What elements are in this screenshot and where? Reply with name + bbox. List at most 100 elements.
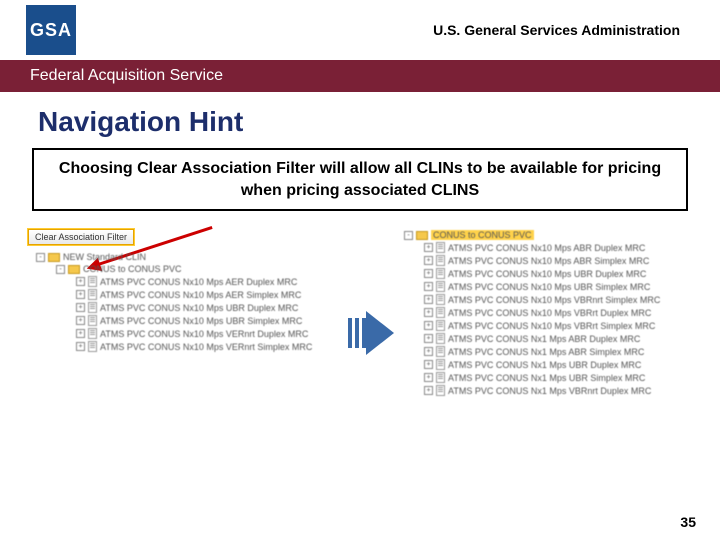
document-icon (436, 307, 445, 318)
service-bar: Federal Acquisition Service (0, 60, 720, 92)
document-icon (436, 372, 445, 383)
document-icon (436, 346, 445, 357)
item-label: ATMS PVC CONUS Nx10 Mps ABR Duplex MRC (448, 243, 645, 253)
collapse-icon[interactable]: - (404, 231, 413, 240)
item-label: ATMS PVC CONUS Nx10 Mps AER Duplex MRC (100, 277, 297, 287)
item-label: ATMS PVC CONUS Nx1 Mps UBR Simplex MRC (448, 373, 645, 383)
document-icon (436, 385, 445, 396)
item-label: ATMS PVC CONUS Nx10 Mps VERnrt Simplex M… (100, 342, 312, 352)
tree-folder-root[interactable]: - NEW Standard CLIN (36, 251, 338, 263)
tree-item[interactable]: + ATMS PVC CONUS Nx10 Mps VERnrt Simplex … (76, 340, 338, 353)
org-title: U.S. General Services Administration (433, 22, 700, 38)
tree-item[interactable]: + ATMS PVC CONUS Nx10 Mps AER Simplex MRC (76, 288, 338, 301)
document-icon (436, 333, 445, 344)
tree-item[interactable]: + ATMS PVC CONUS Nx10 Mps UBR Duplex MRC (76, 301, 338, 314)
document-icon (88, 328, 97, 339)
expand-icon[interactable]: + (76, 329, 85, 338)
document-icon (436, 242, 445, 253)
document-icon (436, 359, 445, 370)
expand-icon[interactable]: + (424, 308, 433, 317)
item-label: ATMS PVC CONUS Nx1 Mps UBR Duplex MRC (448, 360, 641, 370)
folder-label: NEW Standard CLIN (63, 252, 146, 262)
item-label: ATMS PVC CONUS Nx10 Mps VBRrt Simplex MR… (448, 321, 655, 331)
service-bar-text: Federal Acquisition Service (30, 67, 223, 85)
collapse-icon[interactable]: - (36, 253, 45, 262)
expand-icon[interactable]: + (424, 360, 433, 369)
document-icon (436, 281, 445, 292)
expand-icon[interactable]: + (424, 347, 433, 356)
expand-icon[interactable]: + (424, 334, 433, 343)
left-tree: - NEW Standard CLIN - CONUS to CONUS PVC… (28, 251, 338, 353)
collapse-icon[interactable]: - (56, 265, 65, 274)
gsa-logo: GSA (26, 5, 76, 55)
right-tree: - CONUS to CONUS PVC + ATMS PVC CONUS Nx1… (404, 229, 700, 397)
tree-item[interactable]: + ATMS PVC CONUS Nx10 Mps VBRrt Simplex M… (424, 319, 700, 332)
right-tree-pane: - CONUS to CONUS PVC + ATMS PVC CONUS Nx1… (404, 229, 700, 397)
header: GSA U.S. General Services Administration (0, 0, 720, 60)
arrow-head-icon (366, 311, 394, 355)
expand-icon[interactable]: + (424, 243, 433, 252)
tree-item[interactable]: + ATMS PVC CONUS Nx10 Mps UBR Simplex MRC (76, 314, 338, 327)
expand-icon[interactable]: + (424, 269, 433, 278)
tree-folder[interactable]: - CONUS to CONUS PVC (404, 229, 700, 241)
expand-icon[interactable]: + (424, 282, 433, 291)
expand-icon[interactable]: + (424, 386, 433, 395)
tree-item[interactable]: + ATMS PVC CONUS Nx1 Mps UBR Simplex MRC (424, 371, 700, 384)
tree-item[interactable]: + ATMS PVC CONUS Nx1 Mps VBRnrt Duplex MR… (424, 384, 700, 397)
item-label: ATMS PVC CONUS Nx10 Mps AER Simplex MRC (100, 290, 301, 300)
document-icon (436, 294, 445, 305)
document-icon (88, 276, 97, 287)
tree-folder-sub[interactable]: - CONUS to CONUS PVC (56, 263, 338, 275)
comparison-panes: Clear Association Filter - NEW Standard … (28, 229, 700, 397)
item-label: ATMS PVC CONUS Nx10 Mps UBR Simplex MRC (448, 282, 650, 292)
document-icon (88, 289, 97, 300)
tree-item[interactable]: + ATMS PVC CONUS Nx10 Mps ABR Simplex MRC (424, 254, 700, 267)
document-icon (88, 302, 97, 313)
item-label: ATMS PVC CONUS Nx10 Mps VERnrt Duplex MR… (100, 329, 308, 339)
tree-item[interactable]: + ATMS PVC CONUS Nx10 Mps UBR Simplex MRC (424, 280, 700, 293)
folder-icon (48, 253, 60, 262)
folder-label: CONUS to CONUS PVC (83, 264, 182, 274)
document-icon (88, 341, 97, 352)
tree-item[interactable]: + ATMS PVC CONUS Nx1 Mps ABR Simplex MRC (424, 345, 700, 358)
tree-item[interactable]: + ATMS PVC CONUS Nx1 Mps ABR Duplex MRC (424, 332, 700, 345)
tree-item[interactable]: + ATMS PVC CONUS Nx10 Mps VBRrt Duplex MR… (424, 306, 700, 319)
tree-item[interactable]: + ATMS PVC CONUS Nx10 Mps UBR Duplex MRC (424, 267, 700, 280)
page-number: 35 (680, 514, 696, 530)
expand-icon[interactable]: + (76, 316, 85, 325)
expand-icon[interactable]: + (76, 303, 85, 312)
instruction-callout: Choosing Clear Association Filter will a… (32, 148, 688, 211)
document-icon (436, 268, 445, 279)
folder-icon (68, 265, 80, 274)
expand-icon[interactable]: + (76, 277, 85, 286)
item-label: ATMS PVC CONUS Nx10 Mps UBR Duplex MRC (100, 303, 298, 313)
transition-arrow (348, 311, 394, 355)
expand-icon[interactable]: + (76, 290, 85, 299)
document-icon (88, 315, 97, 326)
document-icon (436, 320, 445, 331)
tree-item[interactable]: + ATMS PVC CONUS Nx10 Mps ABR Duplex MRC (424, 241, 700, 254)
expand-icon[interactable]: + (424, 256, 433, 265)
tree-item[interactable]: + ATMS PVC CONUS Nx10 Mps VERnrt Duplex M… (76, 327, 338, 340)
expand-icon[interactable]: + (424, 321, 433, 330)
expand-icon[interactable]: + (424, 295, 433, 304)
item-label: ATMS PVC CONUS Nx1 Mps ABR Simplex MRC (448, 347, 644, 357)
tree-item[interactable]: + ATMS PVC CONUS Nx10 Mps AER Duplex MRC (76, 275, 338, 288)
folder-label-highlighted: CONUS to CONUS PVC (431, 230, 534, 240)
item-label: ATMS PVC CONUS Nx1 Mps VBRnrt Duplex MRC (448, 386, 651, 396)
clear-association-filter-button[interactable]: Clear Association Filter (28, 229, 134, 245)
folder-icon (416, 231, 428, 240)
item-label: ATMS PVC CONUS Nx10 Mps VBRnrt Simplex M… (448, 295, 660, 305)
page-title: Navigation Hint (0, 92, 720, 148)
item-label: ATMS PVC CONUS Nx10 Mps UBR Simplex MRC (100, 316, 302, 326)
item-label: ATMS PVC CONUS Nx10 Mps VBRrt Duplex MRC (448, 308, 651, 318)
expand-icon[interactable]: + (76, 342, 85, 351)
expand-icon[interactable]: + (424, 373, 433, 382)
item-label: ATMS PVC CONUS Nx10 Mps UBR Duplex MRC (448, 269, 646, 279)
tree-item[interactable]: + ATMS PVC CONUS Nx1 Mps UBR Duplex MRC (424, 358, 700, 371)
tree-item[interactable]: + ATMS PVC CONUS Nx10 Mps VBRnrt Simplex … (424, 293, 700, 306)
document-icon (436, 255, 445, 266)
item-label: ATMS PVC CONUS Nx1 Mps ABR Duplex MRC (448, 334, 640, 344)
arrow-tail-icon (348, 318, 366, 348)
item-label: ATMS PVC CONUS Nx10 Mps ABR Simplex MRC (448, 256, 649, 266)
